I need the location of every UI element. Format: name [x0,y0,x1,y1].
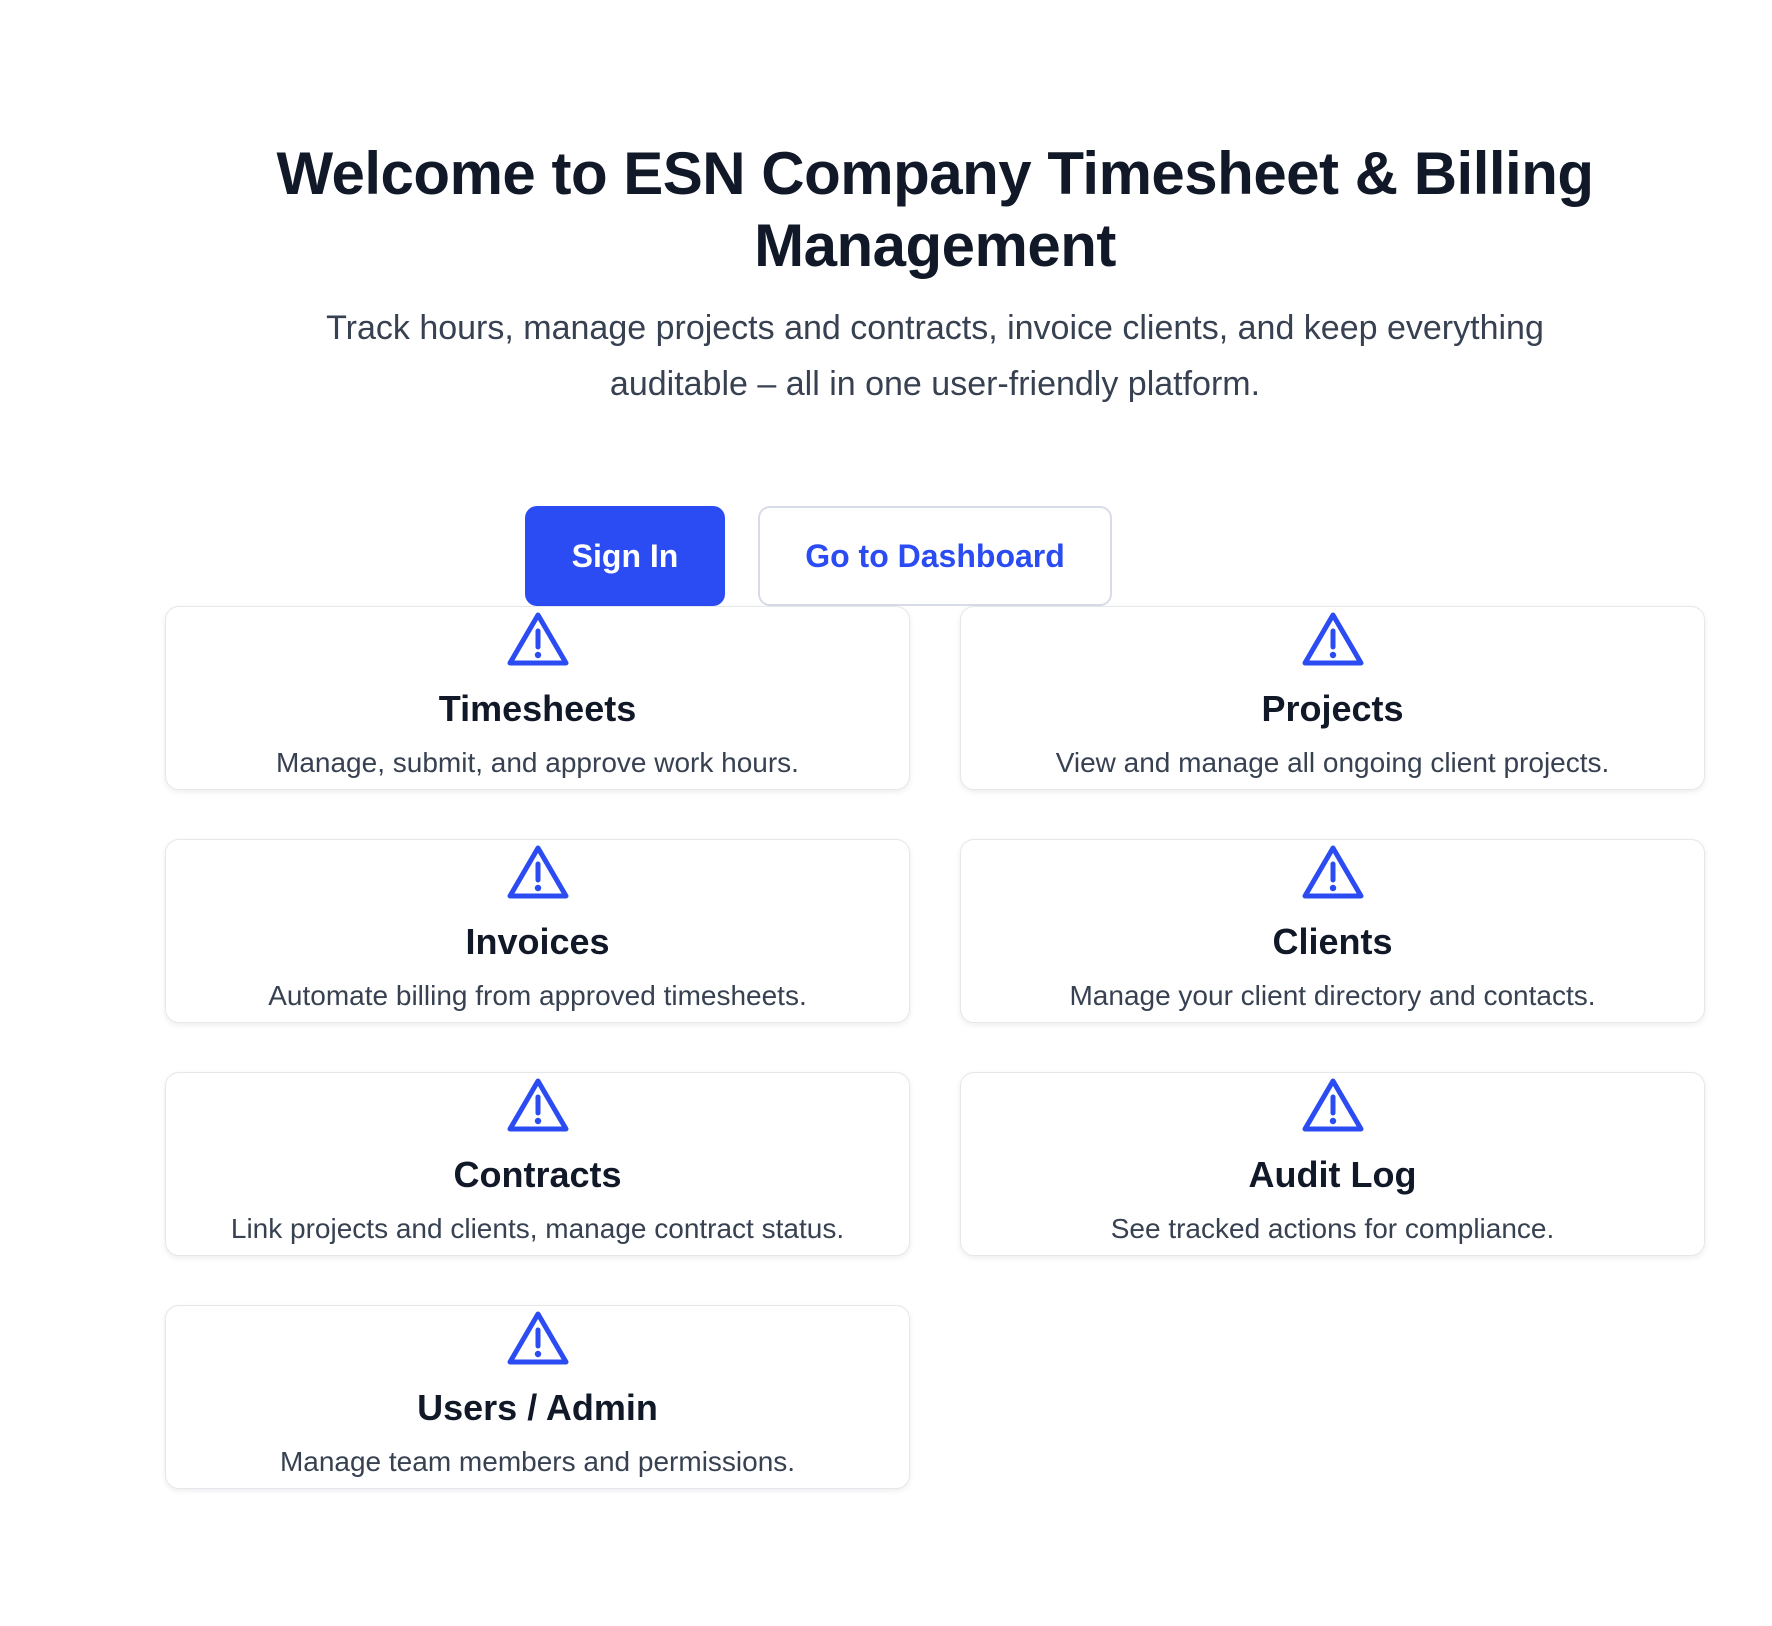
page-title: Welcome to ESN Company Timesheet & Billi… [276,140,1594,279]
feature-card-title: Audit Log [1248,1154,1417,1195]
feature-card-description: Link projects and clients, manage contra… [230,1213,845,1244]
feature-card-title: Contracts [453,1154,622,1195]
page-subtitle: Track hours, manage projects and contrac… [326,309,1544,403]
feature-card-description: View and manage all ongoing client proje… [1055,747,1610,778]
warning-icon [1301,611,1365,667]
feature-card-title: Clients [1272,921,1393,962]
feature-card-description: See tracked actions for compliance. [1110,1213,1555,1244]
warning-icon [1301,844,1365,900]
warning-icon [506,844,570,900]
feature-card-description: Automate billing from approved timesheet… [268,980,807,1011]
go-to-dashboard-button[interactable]: Go to Dashboard [758,506,1112,606]
warning-icon [506,1077,570,1133]
feature-card-title: Timesheets [438,688,637,729]
feature-card-title: Users / Admin [417,1387,658,1428]
feature-card-description: Manage team members and permissions. [279,1446,796,1477]
warning-icon [506,1310,570,1366]
feature-card-timesheets[interactable]: Timesheets Manage, submit, and approve w… [165,606,910,790]
sign-in-button[interactable]: Sign In [525,506,725,606]
feature-card-title: Projects [1261,688,1404,729]
warning-icon [506,611,570,667]
feature-card-description: Manage your client directory and contact… [1069,980,1596,1011]
feature-card-audit-log[interactable]: Audit Log See tracked actions for compli… [960,1072,1705,1256]
feature-card-clients[interactable]: Clients Manage your client directory and… [960,839,1705,1023]
feature-card-contracts[interactable]: Contracts Link projects and clients, man… [165,1072,910,1256]
feature-card-projects[interactable]: Projects View and manage all ongoing cli… [960,606,1705,790]
feature-card-title: Invoices [465,921,610,962]
feature-card-users-admin[interactable]: Users / Admin Manage team members and pe… [165,1305,910,1489]
feature-card-description: Manage, submit, and approve work hours. [276,747,799,778]
warning-icon [1301,1077,1365,1133]
feature-card-invoices[interactable]: Invoices Automate billing from approved … [165,839,910,1023]
